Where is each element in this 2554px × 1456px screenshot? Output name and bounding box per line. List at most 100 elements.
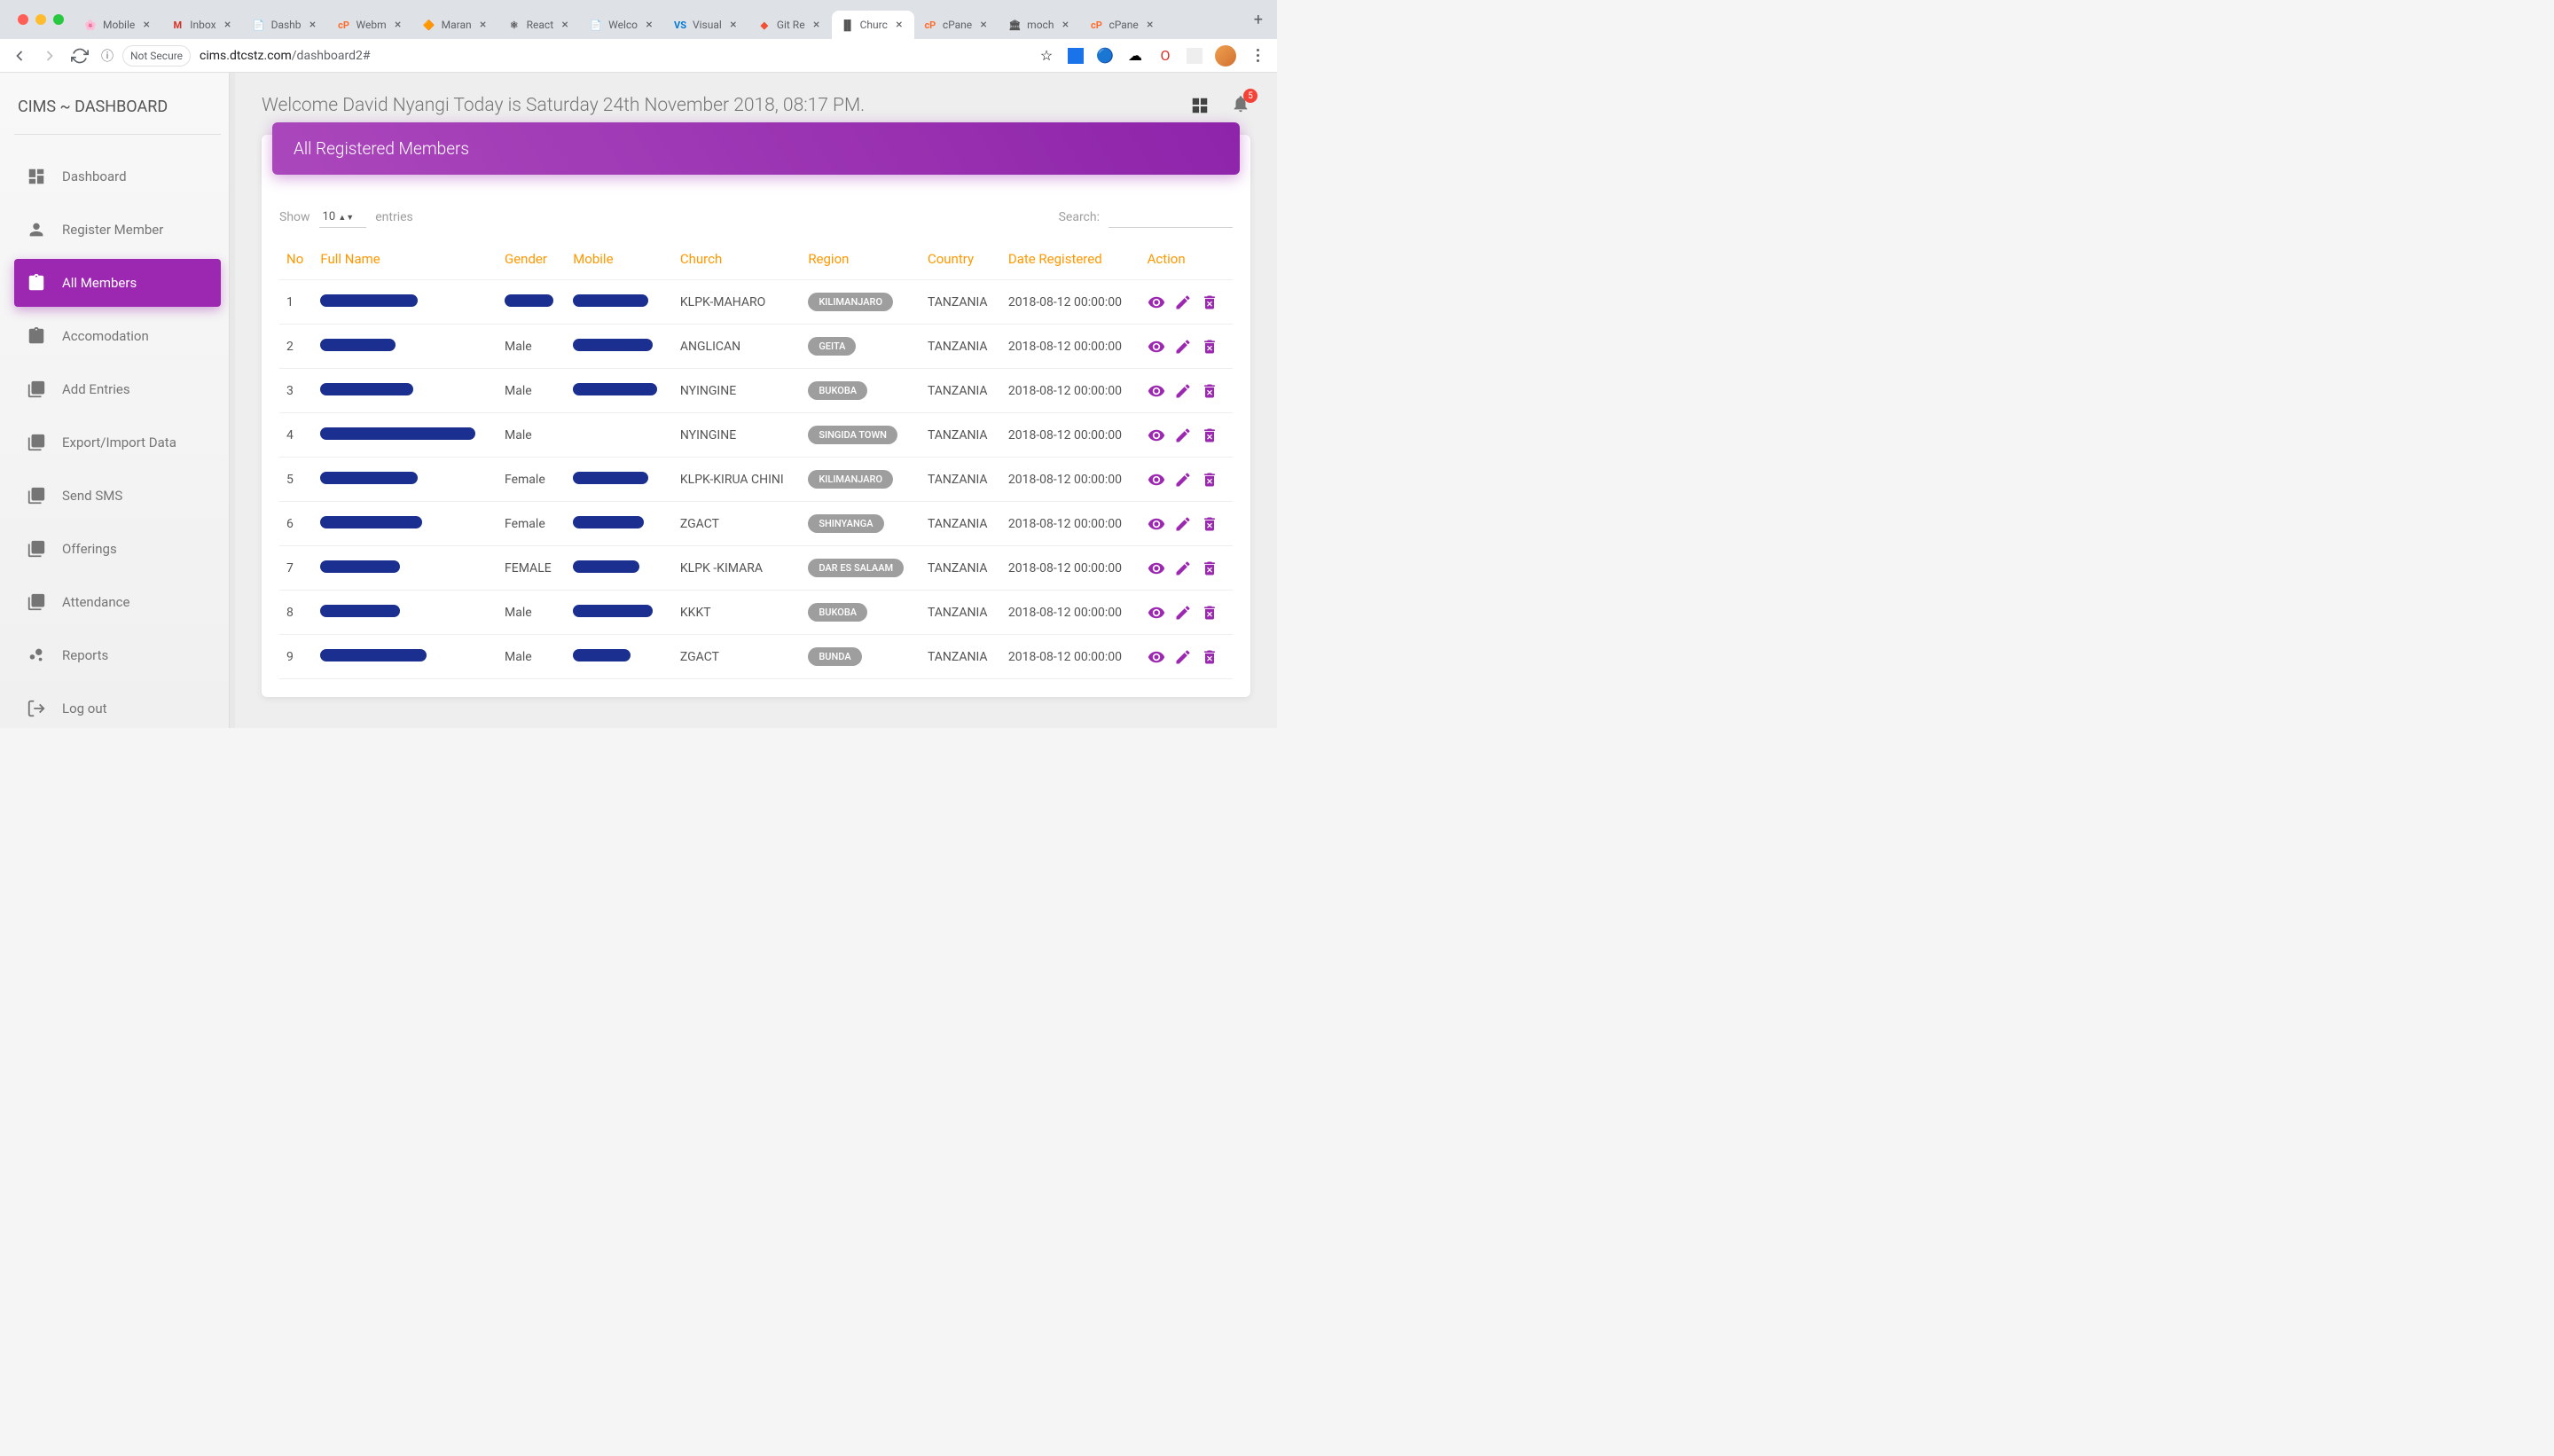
table-row: 6 Female ZGACT SHINYANGA TANZANIA 2018-0… <box>279 502 1233 546</box>
close-tab-icon[interactable]: × <box>977 19 990 31</box>
close-window-button[interactable] <box>18 14 28 25</box>
sidebar-item-dashboard[interactable]: Dashboard <box>14 153 221 200</box>
browser-tab[interactable]: 🌸Mobile× <box>74 11 161 39</box>
view-icon[interactable] <box>1148 648 1165 666</box>
browser-tab[interactable]: ▐▌Churc× <box>832 11 914 39</box>
close-tab-icon[interactable]: × <box>477 19 490 31</box>
close-tab-icon[interactable]: × <box>811 19 823 31</box>
delete-icon[interactable] <box>1201 560 1218 577</box>
view-icon[interactable] <box>1148 515 1165 533</box>
minimize-window-button[interactable] <box>35 14 46 25</box>
browser-tab[interactable]: 📄Welco× <box>580 11 664 39</box>
close-tab-icon[interactable]: × <box>893 19 905 31</box>
close-tab-icon[interactable]: × <box>307 19 319 31</box>
table-row: 2 Male ANGLICAN GEITA TANZANIA 2018-08-1… <box>279 325 1233 369</box>
forward-button[interactable] <box>41 47 59 65</box>
browser-tab[interactable]: cPcPane× <box>914 11 999 39</box>
close-tab-icon[interactable]: × <box>140 19 153 31</box>
edit-icon[interactable] <box>1174 471 1192 489</box>
delete-icon[interactable] <box>1201 338 1218 356</box>
browser-tab[interactable]: cPWebm× <box>328 11 413 39</box>
delete-icon[interactable] <box>1201 515 1218 533</box>
extension-icon-4[interactable]: O <box>1156 47 1174 65</box>
column-header[interactable]: Full Name <box>313 239 497 280</box>
sidebar-item-label: Accomodation <box>62 328 149 344</box>
edit-icon[interactable] <box>1174 294 1192 311</box>
delete-icon[interactable] <box>1201 427 1218 444</box>
apps-grid-icon[interactable] <box>1190 96 1210 115</box>
new-tab-button[interactable]: + <box>1247 4 1270 36</box>
region-badge: KILIMANJARO <box>808 470 893 489</box>
edit-icon[interactable] <box>1174 382 1192 400</box>
extension-icon-2[interactable]: 🔵 <box>1096 47 1114 65</box>
view-icon[interactable] <box>1148 560 1165 577</box>
column-header[interactable]: Action <box>1140 239 1233 280</box>
view-icon[interactable] <box>1148 382 1165 400</box>
delete-icon[interactable] <box>1201 471 1218 489</box>
url-field[interactable]: ⓘ Not Secure cims.dtcstz.com/dashboard2# <box>101 45 1025 67</box>
view-icon[interactable] <box>1148 604 1165 622</box>
column-header[interactable]: No <box>279 239 313 280</box>
extension-icon-5[interactable] <box>1187 48 1203 64</box>
notifications-button[interactable]: 5 <box>1231 94 1250 117</box>
column-header[interactable]: Church <box>673 239 801 280</box>
sidebar-item-add-entries[interactable]: Add Entries <box>14 365 221 413</box>
delete-icon[interactable] <box>1201 648 1218 666</box>
security-indicator[interactable]: Not Secure <box>122 45 191 67</box>
toolbar-icons: ☆ 🔵 ☁ O <box>1038 45 1266 67</box>
browser-tab[interactable]: ⚛React× <box>498 11 581 39</box>
reload-button[interactable] <box>71 47 89 65</box>
delete-icon[interactable] <box>1201 294 1218 311</box>
browser-tab[interactable]: 🔶Maran× <box>413 11 498 39</box>
delete-icon[interactable] <box>1201 604 1218 622</box>
edit-icon[interactable] <box>1174 338 1192 356</box>
close-tab-icon[interactable]: × <box>559 19 571 31</box>
close-tab-icon[interactable]: × <box>392 19 404 31</box>
column-header[interactable]: Date Registered <box>1001 239 1140 280</box>
close-tab-icon[interactable]: × <box>643 19 655 31</box>
column-header[interactable]: Gender <box>497 239 566 280</box>
edit-icon[interactable] <box>1174 560 1192 577</box>
browser-tab[interactable]: MInbox× <box>161 11 242 39</box>
edit-icon[interactable] <box>1174 604 1192 622</box>
view-icon[interactable] <box>1148 338 1165 356</box>
close-tab-icon[interactable]: × <box>1144 19 1156 31</box>
view-icon[interactable] <box>1148 294 1165 311</box>
sidebar-item-accomodation[interactable]: Accomodation <box>14 312 221 360</box>
delete-icon[interactable] <box>1201 382 1218 400</box>
maximize-window-button[interactable] <box>53 14 64 25</box>
back-button[interactable] <box>11 47 28 65</box>
browser-tab[interactable]: 📄Dashb× <box>243 11 328 39</box>
sidebar-item-register-member[interactable]: Register Member <box>14 206 221 254</box>
sidebar-item-reports[interactable]: Reports <box>14 631 221 679</box>
entries-select[interactable]: 10 ▲▼ <box>319 207 367 228</box>
sidebar-item-all-members[interactable]: All Members <box>14 259 221 307</box>
extension-icon-3[interactable]: ☁ <box>1126 47 1144 65</box>
sidebar-item-export-import-data[interactable]: Export/Import Data <box>14 419 221 466</box>
sidebar-item-send-sms[interactable]: Send SMS <box>14 472 221 520</box>
column-header[interactable]: Region <box>801 239 921 280</box>
view-icon[interactable] <box>1148 427 1165 444</box>
close-tab-icon[interactable]: × <box>1059 19 1071 31</box>
search-input[interactable] <box>1109 207 1233 228</box>
column-header[interactable]: Mobile <box>566 239 673 280</box>
view-icon[interactable] <box>1148 471 1165 489</box>
browser-menu-icon[interactable] <box>1249 47 1266 65</box>
sidebar-item-attendance[interactable]: Attendance <box>14 578 221 626</box>
close-tab-icon[interactable]: × <box>222 19 234 31</box>
column-header[interactable]: Country <box>921 239 1001 280</box>
browser-tab[interactable]: ◆Git Re× <box>748 11 832 39</box>
browser-tab[interactable]: 🏛moch× <box>999 11 1080 39</box>
library-icon <box>27 380 46 399</box>
browser-tab[interactable]: cPcPane× <box>1080 11 1164 39</box>
edit-icon[interactable] <box>1174 648 1192 666</box>
bookmark-icon[interactable]: ☆ <box>1038 47 1055 65</box>
extension-icon-1[interactable] <box>1068 48 1084 64</box>
sidebar-item-offerings[interactable]: Offerings <box>14 525 221 573</box>
browser-tab[interactable]: VSVisual× <box>664 11 748 39</box>
close-tab-icon[interactable]: × <box>727 19 740 31</box>
edit-icon[interactable] <box>1174 427 1192 444</box>
sidebar-item-log-out[interactable]: Log out <box>14 685 221 728</box>
profile-avatar[interactable] <box>1215 45 1236 67</box>
edit-icon[interactable] <box>1174 515 1192 533</box>
